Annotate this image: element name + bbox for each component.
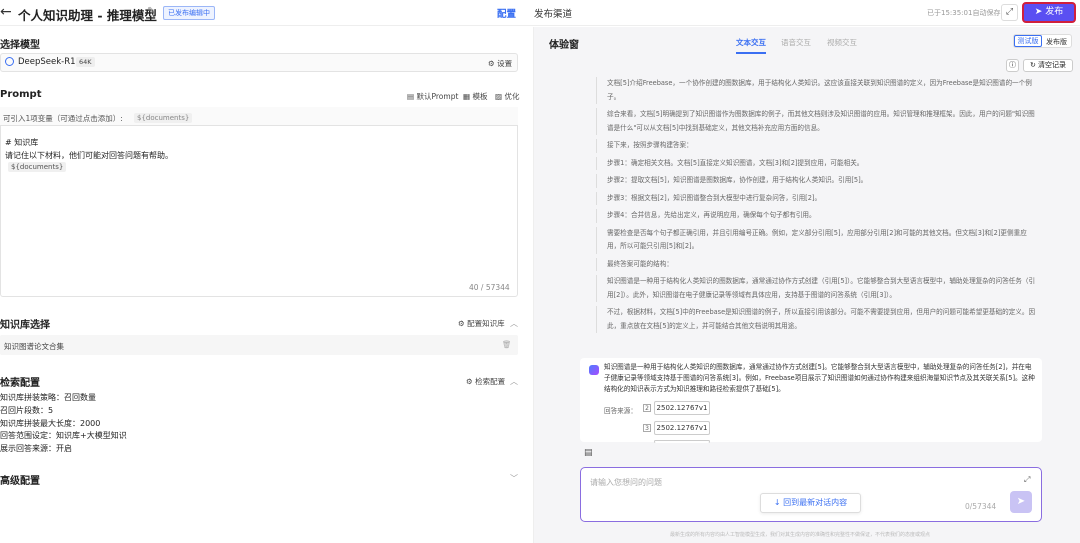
tab-config[interactable]: 配置 bbox=[497, 6, 516, 20]
kb-section-title: 知识库选择 bbox=[0, 320, 50, 331]
preview-title: 体验窗 bbox=[549, 40, 579, 51]
tab-publish-channel[interactable]: 发布渠道 bbox=[534, 6, 572, 20]
reasoning-paragraph: 步骤3：根据文档[2]，知识图谱整合到大模型中进行复杂问答，引用[2]。 bbox=[596, 191, 1036, 205]
chevron-up-icon[interactable]: ︿ bbox=[510, 318, 518, 329]
retrieval-line: 展示回答来源：开启 bbox=[0, 444, 72, 453]
document-icon[interactable]: ▤ bbox=[584, 448, 593, 458]
advanced-section-title[interactable]: 高级配置 bbox=[0, 472, 40, 487]
configure-kb-label: 配置知识库 bbox=[467, 319, 505, 328]
version-publish[interactable]: 发布版 bbox=[1046, 37, 1067, 47]
edit-icon[interactable]: ✎ bbox=[147, 6, 155, 17]
retrieval-line: 知识库拼装策略：召回数量 bbox=[0, 393, 96, 402]
source-link[interactable]: 2502.12767v1 bbox=[654, 421, 710, 435]
answer-text: 知识图谱是一种用于结构化人类知识的图数据库，通常通过协作方式创建[5]。它能够整… bbox=[604, 363, 1035, 393]
gear-icon: ⚙ bbox=[458, 319, 468, 328]
kb-item[interactable] bbox=[0, 335, 518, 355]
variable-chip[interactable]: ${documents} bbox=[134, 113, 193, 123]
optimize-label: 优化 bbox=[504, 92, 520, 101]
configure-kb-button[interactable]: ⚙ 配置知识库 bbox=[458, 318, 505, 329]
publish-button[interactable]: ➤ 发布 bbox=[1022, 2, 1076, 23]
trash-icon[interactable]: 🗑 bbox=[502, 340, 512, 349]
scroll-to-latest-button[interactable]: ↓ 回到最新对话内容 bbox=[760, 493, 861, 513]
prompt-editor[interactable] bbox=[0, 107, 518, 297]
template-label: 模板 bbox=[472, 92, 488, 101]
source-number: 3 bbox=[643, 424, 651, 432]
chat-input-placeholder: 请输入您想问的问题 bbox=[590, 478, 662, 487]
reasoning-block: 文档[5]介绍Freebase，一个协作创建的图数据库，用于结构化人类知识。这应… bbox=[596, 77, 1036, 343]
publish-button-label: 发布 bbox=[1045, 7, 1064, 17]
chevron-down-icon[interactable]: ﹀ bbox=[510, 473, 518, 484]
tab-text[interactable]: 文本交互 bbox=[736, 37, 766, 54]
version-test[interactable]: 测试版 bbox=[1014, 35, 1042, 47]
tab-voice[interactable]: 语音交互 bbox=[781, 37, 811, 48]
model-settings-button[interactable]: ⚙ 设置 bbox=[488, 58, 512, 69]
disclaimer: 最新生成的所有内容均由人工智能模型生成，我们对其生成内容的准确性和完整性不做保证… bbox=[670, 532, 931, 538]
source-link-partial[interactable] bbox=[654, 440, 710, 443]
bot-avatar-icon bbox=[589, 365, 599, 375]
retrieval-line: 回答范围设定：知识库+大模型知识 bbox=[0, 431, 127, 440]
model-settings-label: 设置 bbox=[497, 59, 513, 68]
reasoning-paragraph: 不过，根据材料，文档[5]中的Freebase是知识图谱的例子，所以直接引用该部… bbox=[596, 306, 1036, 333]
reasoning-paragraph: 知识图谱是一种用于结构化人类知识的图数据库，通常通过协作方式创建（引用[5]）。… bbox=[596, 275, 1036, 302]
chevron-up-icon[interactable]: ︿ bbox=[510, 376, 518, 387]
prompt-line: 请记住以下材料，他们可能对回答问题有帮助。 bbox=[5, 151, 173, 160]
retrieval-config-button[interactable]: ⚙ 检索配置 bbox=[466, 376, 505, 387]
reasoning-paragraph: 最终答案可能的结构： bbox=[596, 257, 1036, 271]
fullscreen-icon[interactable]: ⤢ bbox=[1001, 4, 1018, 21]
deepseek-logo-icon bbox=[5, 57, 14, 66]
tab-video[interactable]: 视频交互 bbox=[827, 37, 857, 48]
autosave-status: 已于15:35:01自动保存 bbox=[927, 9, 1001, 17]
model-name: DeepSeek-R1 bbox=[18, 57, 76, 67]
reasoning-paragraph: 步骤1：确定相关文档。文档[5]直接定义知识图谱，文档[3]和[2]提到应用，可… bbox=[596, 156, 1036, 170]
default-prompt-label: 默认Prompt bbox=[416, 92, 459, 101]
kb-item-name: 知识图谱论文合集 bbox=[4, 342, 64, 351]
clear-history-label: 清空记录 bbox=[1038, 61, 1067, 69]
reasoning-paragraph: 综合来看，文档[5]明确提到了知识图谱作为图数据库的例子，而其他文档则涉及知识图… bbox=[596, 108, 1036, 135]
clear-history-button[interactable]: ↻ 清空记录 bbox=[1023, 59, 1073, 72]
back-arrow-icon[interactable]: ← bbox=[0, 4, 12, 20]
info-icon[interactable]: ⓘ bbox=[1006, 59, 1019, 72]
variable-hint: 可引入1项变量（可通过点击添加）: bbox=[3, 114, 123, 123]
prompt-line: # 知识库 bbox=[5, 138, 39, 147]
reasoning-paragraph: 步骤2：提取文档[5]，知识图谱是图数据库，协作创建，用于结构化人类知识。引用[… bbox=[596, 174, 1036, 188]
default-prompt-button[interactable]: ▤ 默认Prompt bbox=[407, 91, 458, 102]
status-badge: 已发布编辑中 bbox=[163, 6, 215, 20]
model-section-title: 选择模型 bbox=[0, 40, 40, 51]
template-button[interactable]: ▦ 模板 bbox=[463, 91, 487, 102]
prompt-variable: ${documents} bbox=[8, 162, 67, 172]
source-link[interactable]: 2502.12767v1 bbox=[654, 401, 710, 415]
input-char-count: 0/57344 bbox=[965, 502, 997, 511]
refresh-icon: ↻ bbox=[1029, 61, 1039, 69]
app-title: 个人知识助理 - 推理模型 bbox=[18, 8, 157, 23]
retrieval-config-label: 检索配置 bbox=[475, 377, 506, 386]
reasoning-paragraph: 步骤4：合并信息，先给出定义，再说明应用，确保每个句子都有引用。 bbox=[596, 209, 1036, 223]
reasoning-paragraph: 需要检查是否每个句子都正确引用，并且引用编号正确。例如，定义部分引用[5]，应用… bbox=[596, 226, 1036, 254]
send-icon: ➤ bbox=[1034, 7, 1043, 17]
retrieval-line: 知识库拼装最大长度：2000 bbox=[0, 419, 101, 428]
source-label: 回答来源： bbox=[604, 407, 637, 415]
gear-icon: ⚙ bbox=[466, 377, 476, 386]
retrieval-line: 召回片段数：5 bbox=[0, 406, 54, 415]
gear-icon: ⚙ bbox=[488, 59, 498, 68]
source-number: 2 bbox=[643, 404, 651, 412]
send-icon[interactable]: ➤ bbox=[1010, 491, 1032, 513]
prompt-char-count: 40 / 57344 bbox=[469, 283, 510, 292]
retrieval-section-title: 检索配置 bbox=[0, 378, 40, 389]
reasoning-paragraph: 文档[5]介绍Freebase，一个协作创建的图数据库，用于结构化人类知识。这应… bbox=[596, 77, 1036, 104]
arrow-down-icon: ↓ bbox=[773, 498, 784, 507]
optimize-button[interactable]: ▨ 优化 bbox=[495, 91, 519, 102]
prompt-section-title: Prompt bbox=[0, 89, 42, 100]
expand-icon[interactable]: ⤢ bbox=[1024, 475, 1030, 485]
scroll-to-latest-label: 回到最新对话内容 bbox=[783, 498, 848, 507]
reasoning-paragraph: 接下来，按照步骤构建答案： bbox=[596, 139, 1036, 153]
context-tag: 64K bbox=[76, 57, 95, 67]
